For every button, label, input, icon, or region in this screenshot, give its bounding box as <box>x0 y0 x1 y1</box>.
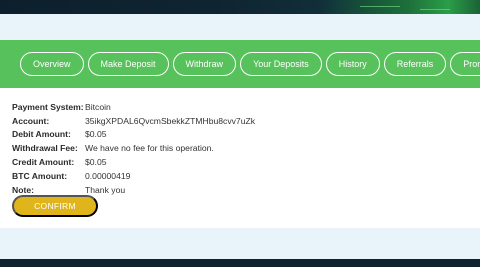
withdrawal-fee-label: Withdrawal Fee: <box>12 143 78 154</box>
withdrawal-details: Payment System: Bitcoin Account: 35ikgXP… <box>12 100 255 197</box>
banner-glow <box>320 0 480 14</box>
credit-amount-value: $0.05 <box>85 157 107 168</box>
withdrawal-confirmation-panel: Payment System: Bitcoin Account: 35ikgXP… <box>0 88 480 228</box>
credit-amount-row: Credit Amount: $0.05 <box>12 155 255 169</box>
account-nav: Overview Make Deposit Withdraw Your Depo… <box>0 40 480 88</box>
nav-your-deposits[interactable]: Your Deposits <box>240 52 322 76</box>
payment-system-row: Payment System: Bitcoin <box>12 100 255 114</box>
confirm-button[interactable]: CONFIRM <box>12 195 98 217</box>
nav-overview[interactable]: Overview <box>20 52 84 76</box>
payment-system-value: Bitcoin <box>85 101 111 112</box>
header-banner <box>0 0 480 14</box>
nav-withdraw[interactable]: Withdraw <box>172 52 237 76</box>
banner-circuit-line <box>420 9 450 10</box>
btc-amount-label: BTC Amount: <box>12 170 68 181</box>
withdrawal-fee-row: Withdrawal Fee: We have no fee for this … <box>12 141 255 155</box>
debit-amount-value: $0.05 <box>85 129 107 140</box>
debit-amount-label: Debit Amount: <box>12 129 71 140</box>
nav-promo[interactable]: Promo <box>450 52 480 76</box>
nav-make-deposit[interactable]: Make Deposit <box>87 52 169 76</box>
note-value: Thank you <box>85 184 126 195</box>
nav-referrals[interactable]: Referrals <box>383 52 447 76</box>
credit-amount-label: Credit Amount: <box>12 157 75 168</box>
account-value: 35ikgXPDAL6QvcmSbekkZTMHbu8cvv7uZk <box>85 115 256 126</box>
btc-amount-row: BTC Amount: 0.00000419 <box>12 169 255 183</box>
debit-amount-row: Debit Amount: $0.05 <box>12 128 255 142</box>
note-label: Note: <box>12 184 34 195</box>
nav-history[interactable]: History <box>325 52 380 76</box>
footer-strip <box>0 259 480 267</box>
btc-amount-value: 0.00000419 <box>85 170 131 181</box>
banner-circuit-line <box>360 6 400 7</box>
account-label: Account: <box>12 115 50 126</box>
withdrawal-fee-value: We have no fee for this operation. <box>85 143 214 154</box>
account-row: Account: 35ikgXPDAL6QvcmSbekkZTMHbu8cvv7… <box>12 114 255 128</box>
payment-system-label: Payment System: <box>12 101 84 112</box>
